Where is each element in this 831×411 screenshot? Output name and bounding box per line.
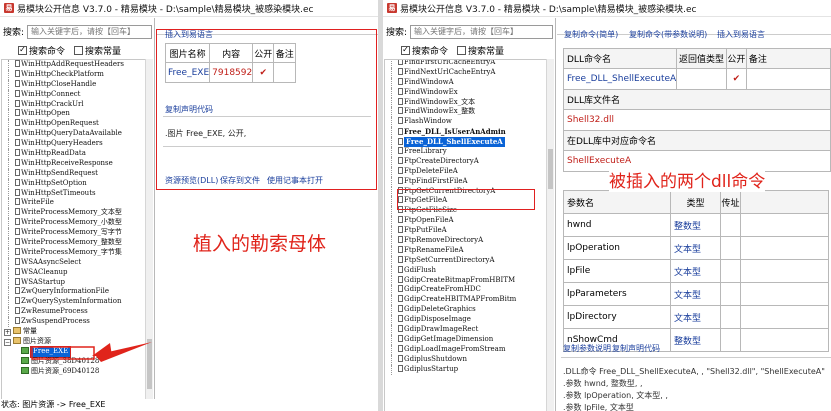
annotation-arrow-icon — [31, 342, 152, 362]
